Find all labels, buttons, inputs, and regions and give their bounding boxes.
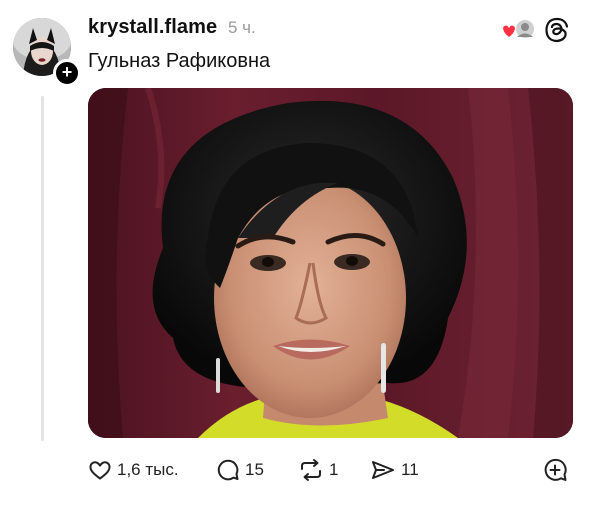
heart-icon (501, 24, 517, 39)
quote-button[interactable] (542, 455, 568, 485)
share-button[interactable]: 11 (370, 455, 419, 485)
liked-by-indicator[interactable] (499, 18, 539, 42)
repost-icon (298, 458, 324, 482)
post-actions: 1,6 тыс. 15 1 11 (88, 455, 578, 485)
portrait-image (88, 88, 573, 438)
post-photo[interactable] (88, 88, 573, 438)
like-button[interactable]: 1,6 тыс. (88, 455, 179, 485)
threads-logo-icon[interactable] (544, 17, 570, 43)
share-count: 11 (401, 460, 419, 479)
author-avatar-group[interactable]: + (13, 18, 81, 87)
comment-icon (216, 458, 240, 482)
liked-by-avatar (514, 18, 536, 40)
username[interactable]: krystall.flame (88, 16, 217, 39)
heart-icon (88, 458, 112, 482)
reply-button[interactable]: 15 (216, 455, 264, 485)
follow-plus-button[interactable]: + (53, 59, 81, 87)
quote-add-icon (542, 457, 568, 483)
post-time: 5 ч. (228, 18, 256, 37)
repost-button[interactable]: 1 (298, 455, 338, 485)
like-count: 1,6 тыс. (117, 460, 179, 479)
thread-line (41, 96, 44, 441)
post-text: Гульназ Рафиковна (88, 50, 271, 72)
send-icon (370, 458, 396, 482)
repost-count: 1 (329, 460, 339, 479)
reply-count: 15 (245, 460, 264, 479)
